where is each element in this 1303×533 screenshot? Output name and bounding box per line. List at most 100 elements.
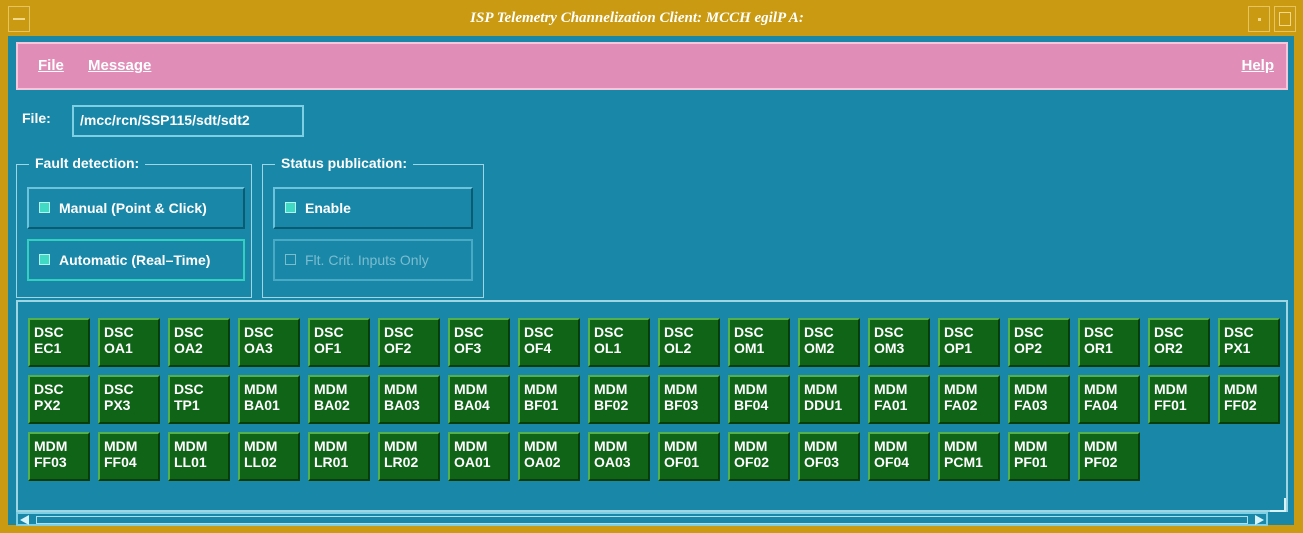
channel-button[interactable]: MDM PF01 (1008, 432, 1070, 481)
channel-button[interactable]: MDM LR02 (378, 432, 440, 481)
channel-button[interactable]: MDM FA04 (1078, 375, 1140, 424)
channel-button[interactable]: MDM BA02 (308, 375, 370, 424)
channel-button[interactable]: DSC OP2 (1008, 318, 1070, 367)
channel-button[interactable]: MDM FF01 (1148, 375, 1210, 424)
channel-button[interactable]: MDM FA02 (938, 375, 1000, 424)
channel-system-label: DSC (874, 324, 904, 340)
channel-button[interactable]: DSC OM2 (798, 318, 860, 367)
channel-button[interactable]: MDM FA01 (868, 375, 930, 424)
channel-button[interactable]: MDM OF02 (728, 432, 790, 481)
channel-id-label: FA01 (874, 397, 908, 413)
channel-button[interactable]: MDM OF04 (868, 432, 930, 481)
channel-button[interactable]: DSC OF2 (378, 318, 440, 367)
channel-button[interactable]: DSC PX3 (98, 375, 160, 424)
channel-id-label: OF02 (734, 454, 770, 470)
channel-id-label: OP1 (944, 340, 973, 356)
channel-id-label: OA1 (104, 340, 133, 356)
channel-button[interactable]: DSC OF3 (448, 318, 510, 367)
minimize-button[interactable] (1248, 6, 1270, 32)
automatic-mode-button[interactable]: Automatic (Real–Time) (27, 239, 245, 281)
channel-button[interactable]: DSC OM3 (868, 318, 930, 367)
enable-publication-button[interactable]: Enable (273, 187, 473, 229)
channel-button[interactable]: DSC OF4 (518, 318, 580, 367)
channel-button[interactable]: MDM BF01 (518, 375, 580, 424)
channel-system-label: MDM (34, 438, 68, 454)
scroll-left-icon[interactable] (20, 515, 29, 525)
channel-id-label: FA03 (1014, 397, 1048, 413)
channel-button[interactable]: MDM BF04 (728, 375, 790, 424)
channel-button[interactable]: DSC OM1 (728, 318, 790, 367)
channel-button[interactable]: MDM LL02 (238, 432, 300, 481)
channel-system-label: MDM (664, 438, 698, 454)
channel-button[interactable]: MDM BF03 (658, 375, 720, 424)
channel-button[interactable]: MDM BA01 (238, 375, 300, 424)
channel-id-label: EC1 (34, 340, 62, 356)
channel-button[interactable]: MDM FA03 (1008, 375, 1070, 424)
channel-button[interactable]: DSC PX1 (1218, 318, 1280, 367)
channel-button[interactable]: MDM FF03 (28, 432, 90, 481)
horizontal-scrollbar[interactable] (16, 512, 1268, 526)
channel-id-label: OM1 (734, 340, 765, 356)
channel-button[interactable]: DSC OR2 (1148, 318, 1210, 367)
status-publication-group: Status publication: Enable Flt. Crit. In… (262, 155, 484, 298)
channel-system-label: MDM (454, 381, 488, 397)
channel-id-label: BF01 (524, 397, 559, 413)
channel-system-label: DSC (734, 324, 764, 340)
channel-button[interactable]: MDM PCM1 (938, 432, 1000, 481)
channel-id-label: OM3 (874, 340, 905, 356)
channel-id-label: OM2 (804, 340, 835, 356)
channel-button[interactable]: DSC OF1 (308, 318, 370, 367)
channel-button[interactable]: DSC OA3 (238, 318, 300, 367)
channel-system-label: MDM (874, 438, 908, 454)
channel-button[interactable]: DSC PX2 (28, 375, 90, 424)
menu-file[interactable]: File (38, 57, 64, 74)
channel-id-label: FF03 (34, 454, 67, 470)
scroll-right-icon[interactable] (1255, 515, 1264, 525)
channel-system-label: DSC (34, 381, 64, 397)
maximize-button[interactable] (1274, 6, 1296, 32)
channel-button[interactable]: MDM FF04 (98, 432, 160, 481)
channel-button[interactable]: MDM OA01 (448, 432, 510, 481)
channel-button[interactable]: DSC OL1 (588, 318, 650, 367)
channel-system-label: DSC (384, 324, 414, 340)
channel-id-label: OR1 (1084, 340, 1113, 356)
channel-system-label: DSC (1014, 324, 1044, 340)
channel-button[interactable]: DSC OA1 (98, 318, 160, 367)
title-bar[interactable]: ISP Telemetry Channelization Client: MCC… (4, 4, 1298, 36)
flt-crit-label: Flt. Crit. Inputs Only (305, 252, 429, 268)
menu-message[interactable]: Message (88, 57, 151, 74)
channel-button[interactable]: MDM OF03 (798, 432, 860, 481)
channel-button[interactable]: MDM BA04 (448, 375, 510, 424)
channel-id-label: TP1 (174, 397, 200, 413)
channel-id-label: OA2 (174, 340, 203, 356)
channel-button[interactable]: MDM OA03 (588, 432, 650, 481)
channel-system-label: DSC (174, 324, 204, 340)
file-path-field[interactable]: /mcc/rcn/SSP115/sdt/sdt2 (72, 105, 304, 137)
channel-id-label: BA04 (454, 397, 490, 413)
channel-system-label: MDM (944, 438, 978, 454)
channel-id-label: OF01 (664, 454, 700, 470)
channel-button[interactable]: MDM LL01 (168, 432, 230, 481)
channel-button[interactable]: DSC OL2 (658, 318, 720, 367)
channel-button[interactable]: MDM OF01 (658, 432, 720, 481)
channel-button[interactable]: MDM DDU1 (798, 375, 860, 424)
channel-id-label: OL1 (594, 340, 622, 356)
manual-mode-button[interactable]: Manual (Point & Click) (27, 187, 245, 229)
channel-button[interactable]: MDM BA03 (378, 375, 440, 424)
channel-button[interactable]: MDM BF02 (588, 375, 650, 424)
window-menu-button[interactable] (8, 6, 30, 32)
channel-button[interactable]: DSC OA2 (168, 318, 230, 367)
channel-button[interactable]: DSC OP1 (938, 318, 1000, 367)
channel-button[interactable]: MDM LR01 (308, 432, 370, 481)
channel-button[interactable]: DSC EC1 (28, 318, 90, 367)
channel-button[interactable]: DSC OR1 (1078, 318, 1140, 367)
channel-id-label: FF01 (1154, 397, 1187, 413)
scrollbar-thumb[interactable] (36, 516, 1248, 524)
menu-help[interactable]: Help (1241, 57, 1274, 74)
channel-button[interactable]: MDM PF02 (1078, 432, 1140, 481)
channel-button[interactable]: MDM OA02 (518, 432, 580, 481)
resize-grip[interactable] (1270, 498, 1286, 512)
channel-button[interactable]: DSC TP1 (168, 375, 230, 424)
channel-button[interactable]: MDM FF02 (1218, 375, 1280, 424)
flt-crit-inputs-button[interactable]: Flt. Crit. Inputs Only (273, 239, 473, 281)
